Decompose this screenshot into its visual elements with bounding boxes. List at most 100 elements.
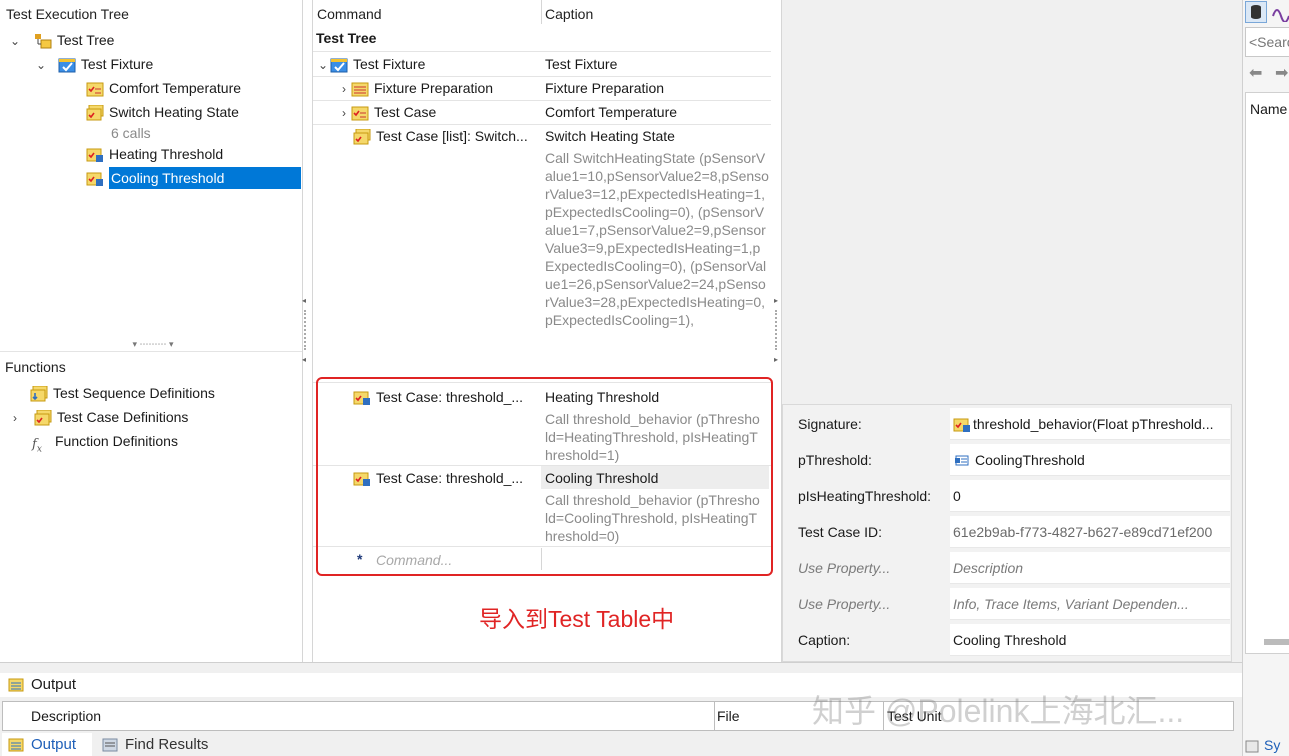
row-divider	[313, 51, 771, 52]
prop-label-use-property-2[interactable]: Use Property...	[798, 593, 948, 615]
test-table-panel: Command Caption Test Tree ⌄ Test Fixture…	[313, 0, 773, 662]
tree-item-switch-heating-state[interactable]: Switch Heating State	[86, 101, 239, 123]
test-case-call-icon	[953, 417, 971, 433]
prop-value-test-case-id[interactable]: 61e2b9ab-f773-4827-b627-e89cd71ef200	[950, 516, 1230, 548]
test-execution-tree-panel: Test Execution Tree ⌄ Test Tree ⌄ Test F…	[0, 0, 302, 349]
row-command: Test Case	[374, 104, 437, 120]
search-input[interactable]: <Search	[1245, 27, 1289, 57]
splitter-grip[interactable]	[775, 310, 778, 350]
header-col-divider	[541, 0, 542, 24]
collapse-arrow-left-icon[interactable]: ◂	[302, 296, 306, 305]
functions-panel: Functions Test Sequence Definitions › Te…	[0, 352, 302, 662]
prop-label-pisheatingthreshold: pIsHeatingThreshold:	[798, 488, 932, 504]
database-icon[interactable]	[1245, 1, 1267, 23]
left-panel-border	[302, 0, 303, 662]
table-row-test-fixture[interactable]: ⌄ Test Fixture	[316, 53, 425, 75]
tree-item-cooling-threshold[interactable]: Cooling Threshold	[86, 167, 301, 189]
variable-icon	[953, 453, 971, 469]
output-icon	[8, 677, 26, 693]
chevron-down-icon[interactable]: ⌄	[34, 54, 48, 76]
functions-title: Functions	[5, 359, 66, 375]
prop-value-pthreshold[interactable]: CoolingThreshold	[950, 444, 1230, 476]
function-item-label: Function Definitions	[55, 433, 178, 449]
prop-label-pthreshold: pThreshold:	[798, 452, 872, 468]
column-header-name[interactable]: Name	[1250, 98, 1287, 120]
chevron-right-icon[interactable]: ›	[8, 407, 22, 429]
prop-value-signature[interactable]: threshold_behavior(Float pThreshold...	[950, 408, 1230, 440]
row-command: Fixture Preparation	[374, 80, 494, 96]
tree-item-test-fixture[interactable]: ⌄ Test Fixture	[34, 53, 153, 75]
function-item-label: Test Sequence Definitions	[53, 385, 215, 401]
column-header-description[interactable]: Description	[31, 708, 101, 724]
exec-tree-title: Test Execution Tree	[6, 6, 129, 22]
fixture-preparation-icon	[351, 81, 369, 97]
tree-item-comfort-temperature[interactable]: Comfort Temperature	[86, 77, 241, 99]
prop-value-description[interactable]: Description	[950, 552, 1230, 584]
annotation-highlight-box	[316, 377, 773, 576]
prop-value-text: threshold_behavior(Float pThreshold...	[973, 416, 1214, 432]
column-header-command[interactable]: Command	[317, 3, 382, 25]
back-arrow-icon[interactable]: ⬅	[1249, 63, 1262, 83]
tab-find-results[interactable]: Find Results	[96, 733, 226, 756]
test-case-call-icon	[86, 147, 104, 163]
tree-item-label: Heating Threshold	[109, 146, 224, 162]
case-definitions-icon	[34, 410, 52, 426]
properties-empty-area	[782, 0, 1232, 404]
chevron-down-icon[interactable]: ⌄	[8, 30, 22, 52]
tree-item-test-tree[interactable]: ⌄ Test Tree	[8, 29, 114, 51]
chevron-right-icon[interactable]: ›	[337, 102, 351, 124]
find-results-icon	[102, 737, 120, 753]
row-command: Test Fixture	[353, 56, 426, 72]
row-caption[interactable]: Test Fixture	[545, 53, 617, 75]
table-row-fixture-preparation[interactable]: › Fixture Preparation	[337, 77, 493, 99]
row-caption[interactable]: Comfort Temperature	[545, 101, 677, 123]
table-row-switch-heating-state[interactable]: Test Case [list]: Switch...	[353, 125, 528, 147]
function-item-label: Test Case Definitions	[56, 409, 189, 425]
prop-label-signature: Signature:	[798, 416, 862, 432]
name-column-area: Name	[1245, 92, 1289, 654]
collapse-arrow-right-icon-2[interactable]: ▸	[774, 355, 778, 364]
collapse-arrow-left-icon-2[interactable]: ◂	[302, 355, 306, 364]
column-header-caption[interactable]: Caption	[545, 3, 593, 25]
forward-arrow-icon[interactable]: ➡	[1275, 63, 1288, 83]
prop-value-pisheatingthreshold[interactable]: 0	[950, 480, 1230, 512]
splitter-handle[interactable]: ▾ ⋯⋯⋯ ▾	[118, 340, 188, 349]
tree-item-label: Test Tree	[56, 32, 115, 48]
tree-item-label: Switch Heating State	[109, 104, 239, 120]
prop-label-use-property-1[interactable]: Use Property...	[798, 557, 948, 579]
prop-value-caption[interactable]: Cooling Threshold	[950, 624, 1230, 656]
function-item-test-sequence-definitions[interactable]: Test Sequence Definitions	[30, 382, 215, 404]
function-item-function-definitions[interactable]: fx Function Definitions	[32, 430, 178, 455]
watermark: 知乎 @Polelink上海北汇...	[812, 693, 1185, 729]
chevron-right-icon[interactable]: ›	[337, 78, 351, 100]
far-right-gap	[1232, 0, 1242, 662]
splitter-grip[interactable]	[304, 310, 307, 350]
tab-output[interactable]: Output	[2, 733, 92, 756]
test-case-list-icon	[86, 105, 104, 121]
row-caption[interactable]: Fixture Preparation	[545, 77, 664, 99]
tree-item-label-selected: Cooling Threshold	[109, 167, 301, 189]
collapse-arrow-right-icon[interactable]: ▸	[774, 296, 778, 305]
test-case-icon	[351, 105, 369, 121]
row-caption[interactable]: Switch Heating State	[545, 125, 675, 147]
prop-label-test-case-id: Test Case ID:	[798, 524, 883, 540]
table-row-test-case[interactable]: › Test Case	[337, 101, 436, 123]
far-right-panel: <Search ⬅ ➡ Name Sy	[1242, 0, 1289, 756]
test-case-icon	[86, 81, 104, 97]
fx-icon: fx	[32, 437, 42, 455]
tree-item-calls-count: 6 calls	[111, 125, 151, 141]
row-detail: Call SwitchHeatingState (pSensorValue1=1…	[545, 150, 769, 328]
test-case-list-icon	[353, 129, 371, 145]
column-header-file[interactable]: File	[717, 708, 740, 724]
scrollbar[interactable]	[1264, 639, 1289, 645]
chevron-down-icon[interactable]: ⌄	[316, 54, 330, 76]
function-item-test-case-definitions[interactable]: › Test Case Definitions	[8, 406, 188, 428]
prop-value-info[interactable]: Info, Trace Items, Variant Dependen...	[950, 588, 1230, 620]
tree-item-heating-threshold[interactable]: Heating Threshold	[86, 143, 223, 165]
signal-icon[interactable]	[1271, 4, 1289, 23]
annotation-text: 导入到Test Table中	[479, 606, 675, 632]
output-col-divider	[714, 702, 715, 730]
tab-sy[interactable]: Sy	[1245, 734, 1280, 756]
tree-item-label: Test Fixture	[80, 56, 154, 72]
group-header-test-tree: Test Tree	[316, 30, 377, 46]
